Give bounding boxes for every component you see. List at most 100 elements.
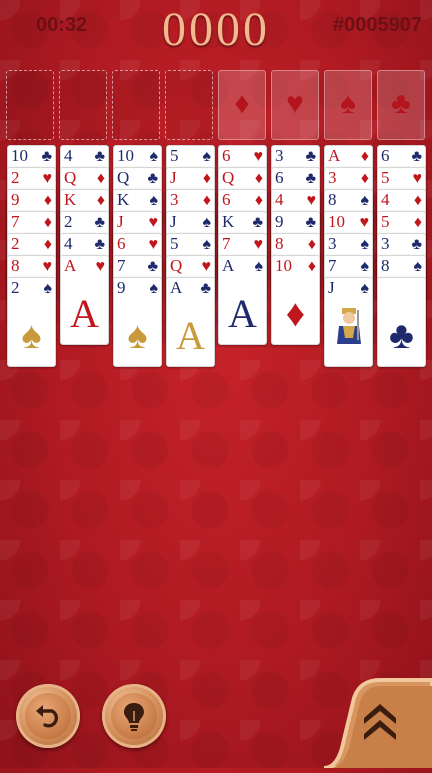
card-suit-icon: ♦: [96, 170, 105, 187]
card-suit-icon: ♥: [201, 258, 212, 275]
diamond-icon: ♦: [234, 87, 250, 120]
card-rank: 10: [117, 146, 134, 165]
card-suit-icon: ♦: [254, 170, 263, 187]
card-rank: K: [222, 212, 235, 231]
card-suit-icon: ♣: [94, 214, 106, 231]
card-rank: 4: [275, 190, 284, 209]
ace-face: A: [70, 291, 99, 336]
card-rank: 8: [11, 256, 20, 275]
card-suit-icon: ♣: [305, 148, 317, 165]
card-suit-icon: ♠: [360, 192, 370, 209]
card-rank: 5: [170, 146, 179, 165]
card-rank: A: [222, 256, 235, 275]
card-suit-icon: ♦: [202, 192, 211, 209]
card-rank: 5: [381, 168, 390, 187]
card-rank: 2: [64, 212, 73, 231]
card-rank: 6: [222, 146, 231, 165]
lightbulb-icon: [124, 703, 144, 731]
card[interactable]: ♣: [377, 277, 426, 367]
card[interactable]: J ♠: [324, 277, 373, 367]
club-icon: ♣: [391, 87, 411, 120]
card-suit-icon: ♠: [413, 258, 423, 275]
card-suit-icon: ♠: [149, 280, 159, 297]
card-suit-icon: ♦: [307, 236, 316, 253]
foundation-spades[interactable]: ♠: [324, 70, 372, 140]
free-cell-2[interactable]: [59, 70, 107, 140]
card-suit-icon: ♠: [202, 236, 212, 253]
card-rank: 2: [11, 168, 20, 187]
card[interactable]: 10 ♦ ♦: [271, 255, 320, 345]
card[interactable]: 2 ♠ ♠: [7, 277, 56, 367]
card-rank: 7: [11, 212, 20, 231]
card-rank: Q: [64, 168, 77, 187]
card-suit-icon: ♥: [148, 214, 159, 231]
undo-button[interactable]: [16, 684, 80, 748]
card-suit-icon: ♠: [360, 258, 370, 275]
card-suit-icon: ♠: [360, 236, 370, 253]
card-rank: 8: [328, 190, 337, 209]
solitaire-game: { "hud": { "timer": "00:32", "score": "0…: [0, 0, 432, 770]
card-rank: K: [117, 190, 130, 209]
card-rank: 6: [381, 146, 390, 165]
card-rank: 7: [117, 256, 126, 275]
card-rank: J: [170, 168, 177, 187]
card[interactable]: A ♠ A: [218, 255, 267, 345]
foundation-hearts[interactable]: ♥: [271, 70, 319, 140]
card-rank: 8: [381, 256, 390, 275]
card-suit-icon: ♥: [412, 170, 423, 187]
card-suit-icon: ♠: [149, 192, 159, 209]
card-face-icon: ♣: [389, 315, 414, 357]
card-rank: 10: [11, 146, 28, 165]
card-rank: 6: [117, 234, 126, 253]
card-suit-icon: ♦: [96, 192, 105, 209]
card[interactable]: A ♣ A: [166, 277, 215, 367]
card-rank: 10: [275, 256, 292, 275]
card-rank: 7: [328, 256, 337, 275]
card-rank: 3: [275, 146, 284, 165]
card-suit-icon: ♥: [253, 236, 264, 253]
free-cell-1[interactable]: [6, 70, 54, 140]
free-cell-3[interactable]: [112, 70, 160, 140]
jack-figure-icon: [337, 308, 361, 344]
card-rank: Q: [222, 168, 235, 187]
card-rank: 9: [275, 212, 284, 231]
card-suit-icon: ♥: [306, 192, 317, 209]
hint-button[interactable]: [102, 684, 166, 748]
card-face-icon: ♦: [285, 293, 306, 335]
card-suit-icon: ♥: [42, 170, 53, 187]
card-rank: A: [328, 146, 341, 165]
card-suit-icon: ♣: [147, 170, 159, 187]
foundation-diamonds[interactable]: ♦: [218, 70, 266, 140]
card-suit-icon: ♣: [200, 280, 212, 297]
card-suit-icon: ♥: [253, 148, 264, 165]
card-face-icon: ♠: [127, 315, 148, 357]
foundation-clubs[interactable]: ♣: [377, 70, 425, 140]
card-suit-icon: ♠: [202, 214, 212, 231]
menu-toggle-button[interactable]: [323, 676, 432, 770]
card-rank: 7: [222, 234, 231, 253]
card-suit-icon: ♣: [305, 214, 317, 231]
card-suit-icon: ♣: [411, 148, 423, 165]
card-suit-icon: ♣: [94, 236, 106, 253]
card-rank: 2: [11, 234, 20, 253]
card-suit-icon: ♦: [254, 192, 263, 209]
heart-icon: ♥: [286, 87, 304, 120]
card-suit-icon: ♣: [41, 148, 53, 165]
card-suit-icon: ♥: [42, 258, 53, 275]
ace-face: A: [176, 313, 205, 358]
card-suit-icon: ♠: [360, 280, 370, 297]
card-suit-icon: ♣: [252, 214, 264, 231]
card-rank: 3: [170, 190, 179, 209]
card[interactable]: A ♥ A: [60, 255, 109, 345]
card-suit-icon: ♦: [360, 148, 369, 165]
card-suit-icon: ♦: [360, 170, 369, 187]
card-suit-icon: ♠: [202, 148, 212, 165]
card-rank: 3: [328, 168, 337, 187]
card[interactable]: 9 ♠ ♠: [113, 277, 162, 367]
spade-icon: ♠: [340, 87, 356, 120]
card-suit-icon: ♠: [254, 258, 264, 275]
card-rank: A: [170, 278, 183, 297]
card-rank: J: [328, 278, 335, 297]
card-rank: 2: [11, 278, 20, 297]
free-cell-4[interactable]: [165, 70, 213, 140]
